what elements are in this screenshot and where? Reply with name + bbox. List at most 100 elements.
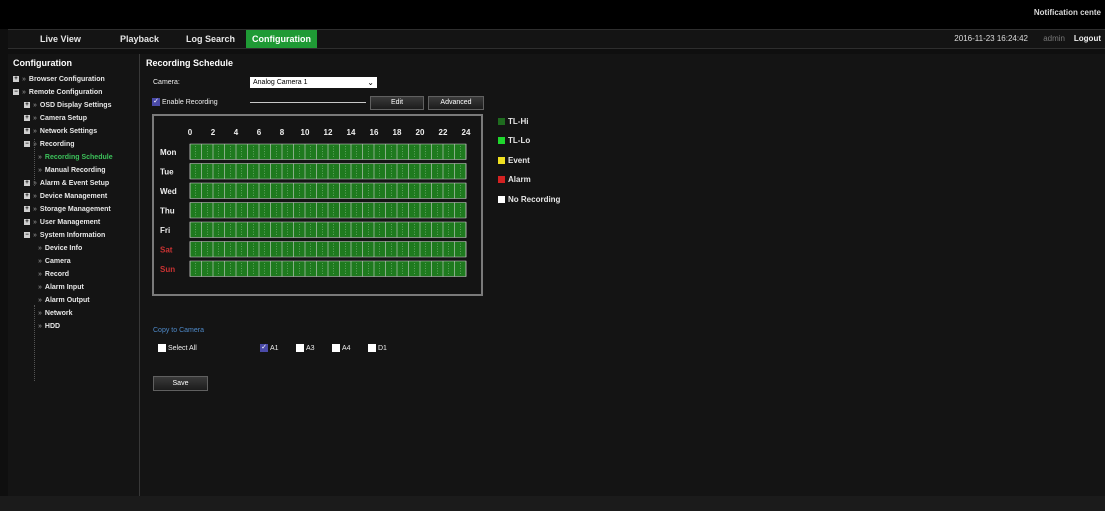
tree-arrow-icon: » (38, 323, 42, 330)
sidebar-item-device-management[interactable]: +» Device Management (24, 191, 107, 203)
select-all-checkbox[interactable] (158, 344, 166, 352)
tree-arrow-icon: » (33, 219, 37, 226)
tree-arrow-icon: » (38, 297, 42, 304)
camera-select[interactable]: Analog Camera 1 ⌄ (250, 77, 377, 88)
legend-tl-hi: TL-Hi (498, 117, 528, 126)
tree-arrow-icon: » (22, 76, 26, 83)
sidebar-item-record[interactable]: » Record (38, 269, 69, 281)
expand-icon[interactable]: + (13, 76, 19, 83)
expand-icon[interactable]: + (24, 193, 30, 200)
edit-button[interactable]: Edit (370, 96, 424, 110)
nav-configuration[interactable]: Configuration (246, 30, 317, 48)
nav-live-view[interactable]: Live View (40, 30, 81, 48)
copy-camera-a4[interactable]: A4 (332, 344, 351, 352)
sidebar-item-label: Manual Recording (44, 167, 106, 174)
sidebar-item-storage-management[interactable]: +» Storage Management (24, 204, 111, 216)
schedule-grid[interactable]: 0 2 4 6 8 10 12 14 16 18 20 22 24MonTueWedThuFriSatS… (154, 116, 481, 294)
sidebar-item-manual-recording[interactable]: » Manual Recording (38, 165, 106, 177)
sidebar-item-label: Browser Configuration (28, 76, 105, 83)
legend-swatch-event (498, 157, 505, 165)
sidebar-item-hdd[interactable]: » HDD (38, 321, 60, 333)
expand-icon[interactable]: + (24, 115, 30, 122)
enable-recording-checkbox[interactable]: ✓ (152, 98, 160, 106)
select-all-control[interactable]: Select All (158, 344, 197, 352)
legend-swatch-alarm (498, 176, 505, 184)
collapse-icon[interactable]: − (24, 232, 30, 239)
enable-recording-label: Enable Recording (162, 98, 218, 106)
save-button[interactable]: Save (153, 376, 208, 391)
tree-arrow-icon: » (33, 128, 37, 135)
hour-label: 4 (234, 128, 239, 137)
sidebar-item-alarm-output[interactable]: » Alarm Output (38, 295, 90, 307)
config-sidebar: Configuration +» Browser Configuration −» R… (8, 54, 140, 496)
tree-arrow-icon: » (33, 115, 37, 122)
enable-recording-control[interactable]: ✓ Enable Recording (152, 98, 218, 106)
camera-a4-checkbox[interactable] (332, 344, 340, 352)
schedule-grid-box: 0 2 4 6 8 10 12 14 16 18 20 22 24 Mon Tue Wed Thu Fri Sat S… (152, 114, 483, 296)
bottom-bar (0, 496, 1105, 511)
sidebar-item-remote-configuration[interactable]: −» Remote Configuration (13, 87, 102, 99)
sidebar-item-system-information[interactable]: −» System Information (24, 230, 105, 242)
advanced-button[interactable]: Advanced (428, 96, 484, 110)
camera-a1-checkbox[interactable]: ✓ (260, 344, 268, 352)
expand-icon[interactable]: + (24, 128, 30, 135)
sidebar-item-camera[interactable]: » Camera (38, 256, 71, 268)
logout-link[interactable]: Logout (1074, 30, 1101, 48)
sidebar-item-alarm-event-setup[interactable]: +» Alarm & Event Setup (24, 178, 109, 190)
sidebar-item-osd-display-settings[interactable]: +» OSD Display Settings (24, 100, 111, 112)
hour-label: 18 (393, 128, 402, 137)
page-title: Recording Schedule (146, 58, 234, 68)
sidebar-item-label: Storage Management (39, 206, 111, 213)
sidebar-item-label: Record (44, 271, 70, 278)
nav-log-search[interactable]: Log Search (186, 30, 235, 48)
copy-camera-a3[interactable]: A3 (296, 344, 315, 352)
tree-arrow-icon: » (38, 310, 42, 317)
sidebar-item-device-info[interactable]: » Device Info (38, 243, 82, 255)
collapse-icon[interactable]: − (24, 141, 30, 148)
day-label-tue: Tue (160, 167, 174, 176)
copy-to-camera-label: Copy to Camera (153, 327, 204, 334)
hour-label: 6 (257, 128, 262, 137)
camera-a3-checkbox[interactable] (296, 344, 304, 352)
sidebar-item-label: Remote Configuration (28, 89, 103, 96)
copy-camera-a1[interactable]: ✓ A1 (260, 344, 279, 352)
sidebar-item-label: System Information (39, 232, 106, 239)
sidebar-item-network-settings[interactable]: +» Network Settings (24, 126, 97, 138)
sidebar-item-network[interactable]: » Network (38, 308, 73, 320)
sidebar-item-user-management[interactable]: +» User Management (24, 217, 100, 229)
legend-alarm: Alarm (498, 175, 531, 184)
datetime: 2016-11-23 16:24:42 (954, 34, 1028, 43)
hour-label: 16 (370, 128, 379, 137)
tree-connector (34, 139, 35, 186)
sidebar-item-recording-schedule[interactable]: » Recording Schedule (38, 152, 113, 164)
expand-icon[interactable]: + (24, 206, 30, 213)
schedule-slider-track[interactable] (250, 102, 366, 103)
hour-label: 0 (188, 128, 193, 137)
legend-tl-lo: TL-Lo (498, 136, 530, 145)
legend-label-no-recording: No Recording (508, 195, 561, 204)
sidebar-item-camera-setup[interactable]: +» Camera Setup (24, 113, 87, 125)
config-tree: +» Browser Configuration −» Remote Configur… (8, 54, 139, 494)
notification-center-link[interactable]: Notification cente (1034, 8, 1101, 17)
expand-icon[interactable]: + (24, 219, 30, 226)
tree-arrow-icon: » (33, 193, 37, 200)
legend-label-tl-hi: TL-Hi (508, 117, 529, 126)
nav-playback[interactable]: Playback (120, 30, 159, 48)
expand-icon[interactable]: + (24, 180, 30, 187)
select-all-label: Select All (168, 344, 197, 352)
sidebar-item-label: User Management (39, 219, 101, 226)
sidebar-item-label: Camera Setup (39, 115, 87, 122)
hour-label: 2 (211, 128, 216, 137)
sidebar-item-alarm-input[interactable]: » Alarm Input (38, 282, 84, 294)
top-bar: Notification cente (0, 0, 1105, 29)
copy-camera-d1[interactable]: D1 (368, 344, 387, 352)
collapse-icon[interactable]: − (13, 89, 19, 96)
tree-connector (34, 305, 35, 381)
sidebar-item-recording[interactable]: −» Recording (24, 139, 75, 151)
tree-arrow-icon: » (38, 284, 42, 291)
expand-icon[interactable]: + (24, 102, 30, 109)
camera-d1-checkbox[interactable] (368, 344, 376, 352)
sidebar-item-browser-configuration[interactable]: +» Browser Configuration (13, 74, 105, 86)
hour-label: 10 (301, 128, 310, 137)
sidebar-item-label: Recording Schedule (44, 154, 113, 161)
